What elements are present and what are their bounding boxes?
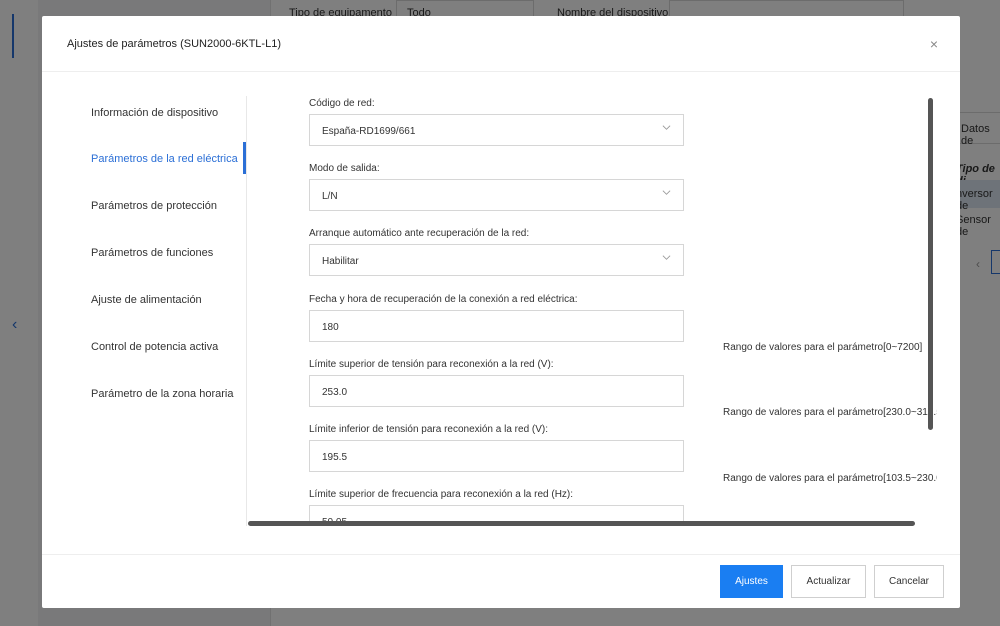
modal-footer-divider — [42, 554, 960, 555]
form-field: Código de red: España-RD1699/661 — [309, 98, 909, 146]
field-value: 180 — [322, 322, 339, 333]
modal-header: Ajustes de parámetros (SUN2000-6KTL-L1) … — [42, 16, 960, 72]
field-input[interactable]: 195.5 — [309, 440, 684, 472]
field-value: España-RD1699/661 — [322, 126, 416, 137]
range-hint: Rango de valores para el parámetro[0~720… — [723, 342, 923, 353]
cancel-button[interactable]: Cancelar — [874, 565, 944, 598]
field-label: Fecha y hora de recuperación de la conex… — [309, 294, 578, 305]
side-nav-item[interactable]: Ajuste de alimentación — [91, 294, 251, 306]
side-nav-item[interactable]: Control de potencia activa — [91, 341, 251, 353]
chevron-down-icon[interactable] — [662, 188, 671, 197]
field-input[interactable]: 180 — [309, 310, 684, 342]
form-field: Límite inferior de tensión para reconexi… — [309, 424, 909, 472]
modal-title: Ajustes de parámetros (SUN2000-6KTL-L1) — [67, 38, 281, 50]
field-select[interactable]: Habilitar — [309, 244, 684, 276]
field-label: Límite inferior de tensión para reconexi… — [309, 424, 549, 435]
side-nav-item[interactable]: Parámetros de la red eléctrica — [91, 153, 251, 165]
field-label: Arranque automático ante recuperación de… — [309, 228, 530, 239]
side-nav-item[interactable]: Parámetro de la zona horaria — [91, 388, 251, 400]
close-icon[interactable]: × — [930, 36, 938, 52]
field-label: Límite superior de frecuencia para recon… — [309, 489, 574, 500]
field-label: Límite superior de tensión para reconexi… — [309, 359, 554, 370]
field-select[interactable]: España-RD1699/661 — [309, 114, 684, 146]
form-field: Límite superior de tensión para reconexi… — [309, 359, 909, 407]
form-field: Fecha y hora de recuperación de la conex… — [309, 294, 909, 342]
apply-settings-button[interactable]: Ajustes — [720, 565, 783, 598]
range-hint: Rango de valores para el parámetro[230.0… — [723, 407, 937, 418]
field-value: L/N — [322, 191, 338, 202]
refresh-button[interactable]: Actualizar — [791, 565, 866, 598]
chevron-down-icon[interactable] — [662, 253, 671, 262]
vertical-scrollbar[interactable] — [928, 98, 933, 430]
side-nav-item[interactable]: Parámetros de protección — [91, 200, 251, 212]
parameter-settings-modal: Ajustes de parámetros (SUN2000-6KTL-L1) … — [42, 16, 960, 608]
side-nav-item[interactable]: Información de dispositivo — [91, 107, 251, 119]
field-input[interactable]: 253.0 — [309, 375, 684, 407]
range-hint: Rango de valores para el parámetro[103.5… — [723, 473, 937, 484]
chevron-down-icon[interactable] — [662, 123, 671, 132]
field-label: Código de red: — [309, 98, 375, 109]
form-field: Arranque automático ante recuperación de… — [309, 228, 909, 276]
field-label: Modo de salida: — [309, 163, 380, 174]
field-value: 195.5 — [322, 452, 348, 463]
side-nav-item[interactable]: Parámetros de funciones — [91, 247, 251, 259]
form-area[interactable]: Código de red: España-RD1699/661 Modo de s… — [247, 96, 937, 526]
form-field: Modo de salida: L/N — [309, 163, 909, 211]
field-value: 253.0 — [322, 387, 348, 398]
horizontal-scrollbar[interactable] — [248, 521, 915, 526]
field-value: Habilitar — [322, 256, 359, 267]
field-select[interactable]: L/N — [309, 179, 684, 211]
